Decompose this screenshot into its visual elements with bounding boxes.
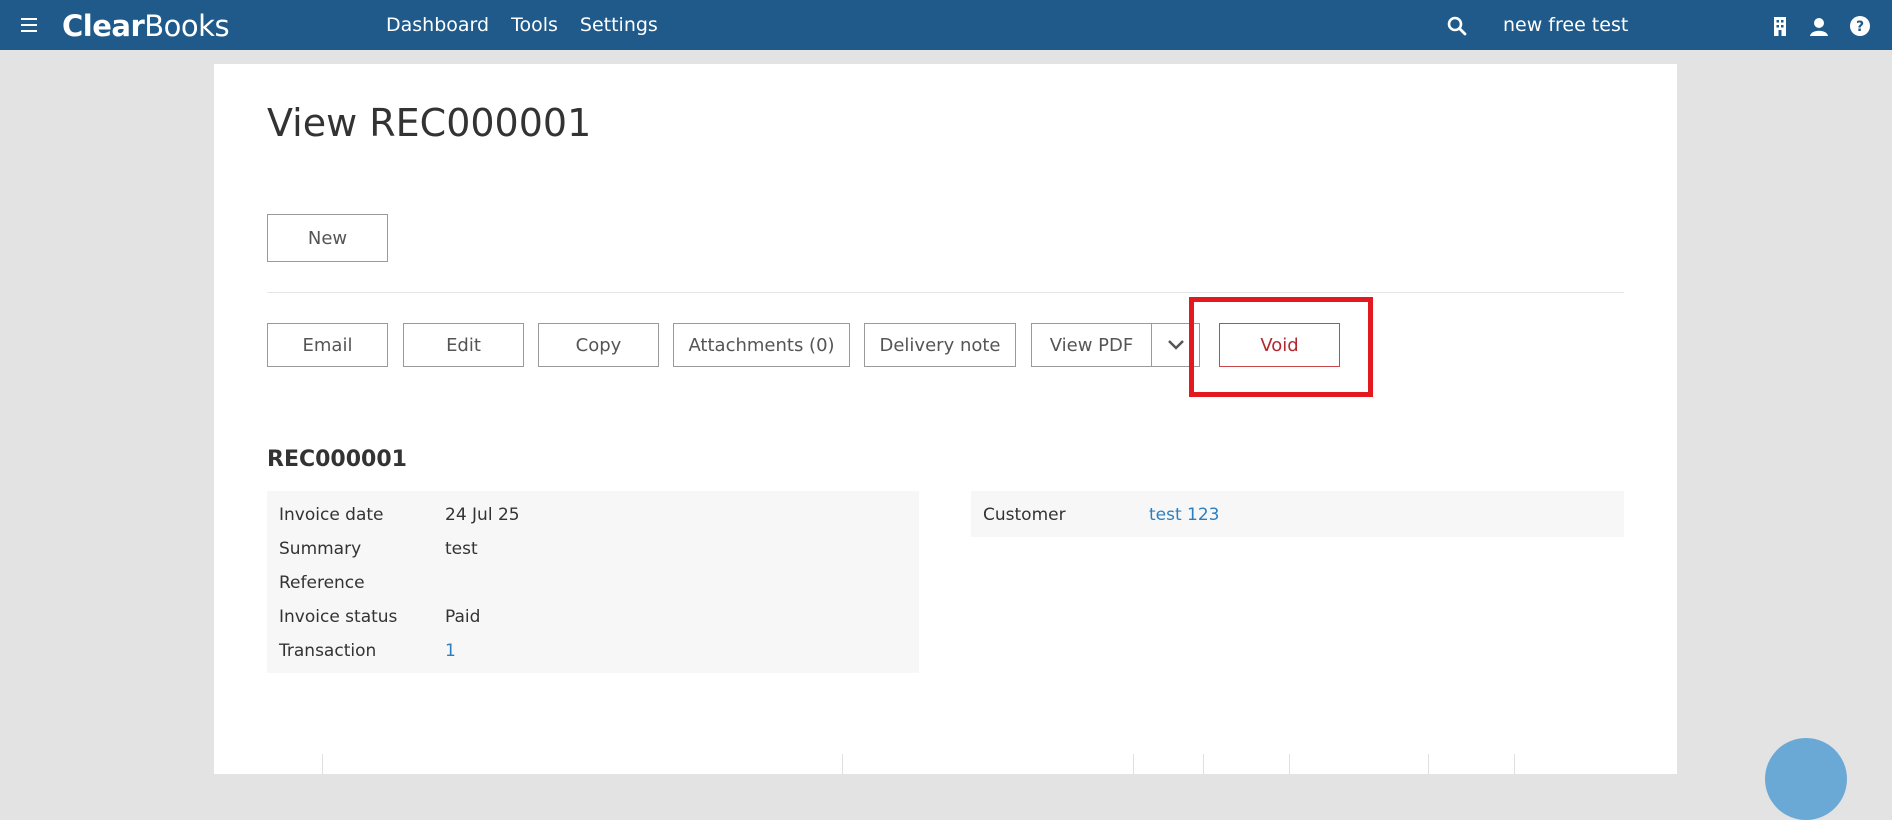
top-navigation-bar: ClearBooks Dashboard Tools Settings new … bbox=[0, 0, 1892, 50]
email-button[interactable]: Email bbox=[267, 323, 388, 367]
invoice-details-panel: Invoice date 24 Jul 25 Summary test Refe… bbox=[267, 491, 919, 673]
invoice-number-heading: REC000001 bbox=[267, 447, 407, 472]
user-icon[interactable] bbox=[1808, 15, 1830, 37]
nav-tools[interactable]: Tools bbox=[511, 14, 558, 36]
field-label: Invoice date bbox=[279, 505, 384, 525]
search-icon[interactable] bbox=[1447, 16, 1467, 36]
field-value: Paid bbox=[445, 607, 481, 627]
nav-dashboard[interactable]: Dashboard bbox=[386, 14, 489, 36]
field-label: Reference bbox=[279, 573, 365, 593]
customer-link[interactable]: test 123 bbox=[1149, 505, 1220, 525]
clearbooks-logo[interactable]: ClearBooks bbox=[62, 9, 230, 43]
main-content-card: View REC000001 New Email Edit Copy Attac… bbox=[214, 64, 1677, 774]
field-label: Invoice status bbox=[279, 607, 398, 627]
table-header-separators bbox=[214, 754, 1677, 774]
company-switcher[interactable]: new free test bbox=[1503, 14, 1628, 36]
page-title: View REC000001 bbox=[267, 101, 592, 145]
copy-button[interactable]: Copy bbox=[538, 323, 659, 367]
building-icon[interactable] bbox=[1769, 15, 1791, 37]
customer-panel: Customer test 123 bbox=[971, 491, 1624, 537]
field-value: 24 Jul 25 bbox=[445, 505, 520, 525]
field-value: test bbox=[445, 539, 478, 559]
menu-icon[interactable] bbox=[21, 18, 37, 32]
svg-text:?: ? bbox=[1856, 19, 1864, 35]
field-label: Customer bbox=[983, 505, 1066, 525]
view-pdf-button[interactable]: View PDF bbox=[1031, 323, 1152, 367]
main-nav: Dashboard Tools Settings bbox=[386, 0, 680, 50]
field-label: Transaction bbox=[279, 641, 377, 661]
nav-settings[interactable]: Settings bbox=[580, 14, 658, 36]
delivery-note-button[interactable]: Delivery note bbox=[864, 323, 1016, 367]
divider bbox=[267, 292, 1624, 293]
chat-help-button[interactable] bbox=[1765, 738, 1847, 820]
chevron-down-icon bbox=[1167, 340, 1184, 350]
view-pdf-dropdown-button[interactable] bbox=[1151, 323, 1200, 367]
new-button[interactable]: New bbox=[267, 214, 388, 262]
transaction-link[interactable]: 1 bbox=[445, 641, 456, 661]
void-button[interactable]: Void bbox=[1219, 323, 1340, 367]
field-label: Summary bbox=[279, 539, 362, 559]
help-icon[interactable]: ? bbox=[1849, 15, 1871, 37]
edit-button[interactable]: Edit bbox=[403, 323, 524, 367]
attachments-button[interactable]: Attachments (0) bbox=[673, 323, 850, 367]
